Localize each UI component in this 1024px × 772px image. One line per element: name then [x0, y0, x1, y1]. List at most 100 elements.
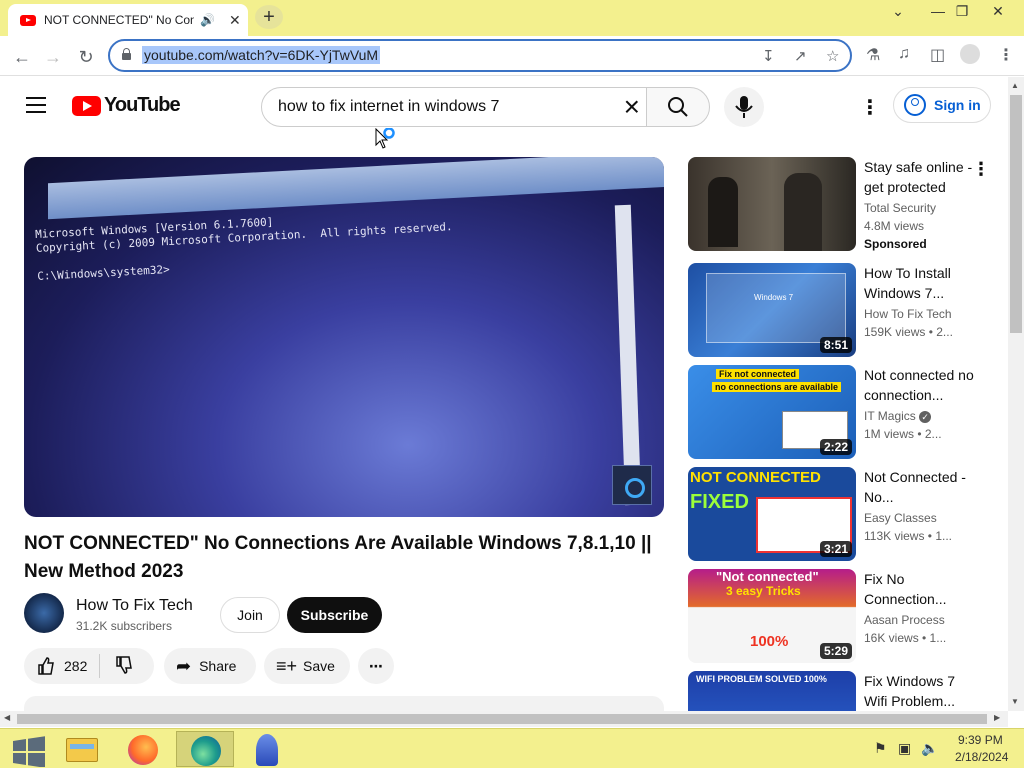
video-duration: 3:21 — [819, 541, 852, 557]
verified-check-icon: ✓ — [919, 411, 932, 423]
youtube-play-logo-icon — [72, 95, 101, 116]
recommendation-item[interactable]: "Not connected" 3 easy Tricks 100% 5:29 … — [688, 569, 988, 663]
lock-icon[interactable] — [122, 48, 131, 60]
join-button[interactable]: Join — [220, 597, 280, 633]
recommendation-item[interactable]: Windows 7 8:51 How To Install Windows 7.… — [688, 263, 988, 357]
recommendation-channel[interactable]: Aasan Process — [864, 613, 945, 627]
subscribe-button[interactable]: Subscribe — [287, 597, 382, 633]
browser-menu-icon[interactable]: ⋮ — [998, 45, 1014, 65]
windows-taskbar: ⚑ ▣ 🔈 — [0, 728, 1024, 768]
like-button[interactable]: 282 — [36, 656, 87, 676]
share-icon[interactable]: ↗ — [794, 47, 807, 65]
dislike-button[interactable] — [114, 655, 134, 678]
recommendation-menu-icon[interactable]: ⋮ — [972, 159, 990, 180]
clear-search-icon[interactable]: × — [624, 91, 640, 123]
scroll-down-arrow-icon[interactable]: ▼ — [1011, 697, 1019, 706]
reload-icon[interactable]: ↻ — [73, 44, 99, 70]
recommendation-thumbnail[interactable]: NOT CONNECTED FIXED 3:21 — [688, 467, 856, 561]
scroll-left-arrow-icon[interactable]: ◀ — [4, 713, 10, 722]
more-actions-button[interactable]: ⋯ — [358, 648, 394, 684]
profile-avatar-icon[interactable] — [960, 44, 980, 64]
share-button[interactable]: ➦ Share — [164, 648, 256, 684]
recommendation-views: 159K views • 2... — [864, 325, 953, 339]
recommendation-views: 113K views • 1... — [864, 529, 953, 543]
recommendation-item[interactable]: Fix not connected no connections are ava… — [688, 365, 988, 459]
vertical-scrollbar[interactable]: ▲ ▼ — [1008, 77, 1024, 711]
recommendation-item[interactable]: WIFI PROBLEM SOLVED 100% Fix Windows 7 W… — [688, 671, 988, 711]
browser-tab[interactable]: NOT CONNECTED" No Con 🔊 ✕ — [8, 4, 248, 36]
channel-name[interactable]: How To Fix Tech — [76, 597, 193, 615]
extension-icon[interactable]: ⚗ — [866, 45, 880, 65]
recommendation-title[interactable]: Stay safe online - get protected — [864, 157, 974, 197]
channel-watermark-icon[interactable] — [612, 465, 652, 505]
back-arrow-icon[interactable]: ← — [9, 44, 35, 70]
start-button[interactable] — [0, 731, 58, 768]
more-horizontal-icon: ⋯ — [369, 657, 383, 674]
clock-time[interactable]: 9:39 PM — [958, 733, 1003, 747]
youtube-wordmark: YouTube — [104, 94, 181, 116]
recommendation-title[interactable]: Fix Windows 7 Wifi Problem... — [864, 671, 974, 711]
speaker-icon[interactable]: 🔊 — [200, 13, 215, 27]
recommendation-title[interactable]: Not connected no connection... — [864, 365, 974, 405]
scroll-up-arrow-icon[interactable]: ▲ — [1011, 81, 1019, 90]
recommendation-item[interactable]: NOT CONNECTED FIXED 3:21 Not Connected -… — [688, 467, 988, 561]
window-close-button[interactable]: ✕ — [978, 0, 1018, 24]
forward-arrow-icon[interactable]: → — [40, 44, 66, 70]
search-query-text[interactable]: how to fix internet in windows 7 — [278, 98, 499, 116]
recommendation-channel[interactable]: How To Fix Tech — [864, 307, 952, 321]
recommendation-item[interactable]: Stay safe online - get protected Total S… — [688, 157, 990, 251]
youtube-logo[interactable]: YouTube — [72, 94, 181, 117]
sign-in-button[interactable]: Sign in — [893, 87, 991, 123]
recommendation-thumbnail[interactable]: Windows 7 8:51 — [688, 263, 856, 357]
flag-tray-icon[interactable]: ⚑ — [874, 740, 887, 757]
url-text[interactable]: youtube.com/watch?v=6DK-YjTwVuM — [142, 46, 381, 64]
thumb-percent-text: 100% — [750, 633, 789, 650]
save-button[interactable]: ≡+ Save — [264, 648, 350, 684]
recommendation-thumbnail[interactable]: Fix not connected no connections are ava… — [688, 365, 856, 459]
video-player[interactable]: Microsoft Windows [Version 6.1.7600] Cop… — [24, 157, 664, 517]
recommendation-channel[interactable]: Easy Classes — [864, 511, 937, 525]
recommendation-title[interactable]: Fix No Connection... — [864, 569, 974, 609]
bookmark-star-icon[interactable]: ☆ — [826, 47, 839, 65]
clock-date[interactable]: 2/18/2024 — [955, 750, 1008, 764]
search-input[interactable]: how to fix internet in windows 7 × — [261, 87, 647, 127]
recommendation-title[interactable]: Not Connected - No... — [864, 467, 974, 507]
new-tab-button[interactable]: + — [255, 5, 283, 29]
tab-search-chevron-icon[interactable]: ⌄ — [878, 0, 918, 24]
recommendation-title[interactable]: How To Install Windows 7... — [864, 263, 974, 303]
video-cmd-window-titlebar — [48, 157, 664, 220]
horizontal-scroll-thumb[interactable] — [17, 714, 987, 724]
side-panel-icon[interactable]: ◫ — [930, 45, 945, 65]
settings-kebab-icon[interactable]: ⋮ — [860, 95, 880, 120]
thumb-text-line2: FIXED — [690, 491, 749, 513]
app-taskbar-icon[interactable] — [238, 731, 296, 767]
restore-button[interactable]: ❐ — [942, 0, 982, 24]
file-explorer-taskbar-icon[interactable] — [54, 731, 112, 767]
vertical-scroll-thumb[interactable] — [1010, 95, 1022, 333]
horizontal-scrollbar[interactable]: ◀ ▶ — [0, 711, 1008, 727]
volume-muted-tray-icon[interactable]: 🔈 — [921, 740, 938, 757]
sponsored-badge: Sponsored — [864, 237, 927, 251]
search-button[interactable] — [646, 87, 710, 127]
windows-logo-icon — [13, 736, 45, 768]
network-tray-icon[interactable]: ▣ — [898, 740, 911, 757]
like-divider — [99, 654, 101, 678]
recommendation-channel[interactable]: Total Security — [864, 201, 936, 215]
media-queue-icon[interactable]: ♫ — [898, 45, 910, 63]
firefox-taskbar-icon[interactable] — [114, 731, 172, 767]
recommendation-thumbnail[interactable]: "Not connected" 3 easy Tricks 100% 5:29 — [688, 569, 856, 663]
recommendation-thumbnail[interactable] — [688, 157, 856, 251]
hamburger-menu-icon[interactable] — [26, 97, 46, 113]
channel-avatar[interactable] — [24, 593, 64, 633]
tab-title: NOT CONNECTED" No Con — [44, 13, 194, 27]
scroll-right-arrow-icon[interactable]: ▶ — [994, 713, 1000, 722]
browser-tab-strip: NOT CONNECTED" No Con 🔊 ✕ + ⌄ — ❐ ✕ — [0, 0, 1024, 36]
install-app-icon[interactable]: ↧ — [762, 47, 775, 65]
edge-taskbar-icon[interactable] — [176, 731, 234, 767]
youtube-header: YouTube how to fix internet in windows 7… — [0, 77, 1008, 133]
recommendation-channel[interactable]: IT Magics ✓ — [864, 409, 932, 423]
voice-search-button[interactable] — [724, 87, 764, 127]
tab-close-icon[interactable]: ✕ — [229, 12, 241, 29]
address-bar[interactable]: youtube.com/watch?v=6DK-YjTwVuM ↧ ↗ ☆ — [108, 39, 852, 72]
recommendation-thumbnail[interactable]: WIFI PROBLEM SOLVED 100% — [688, 671, 856, 711]
